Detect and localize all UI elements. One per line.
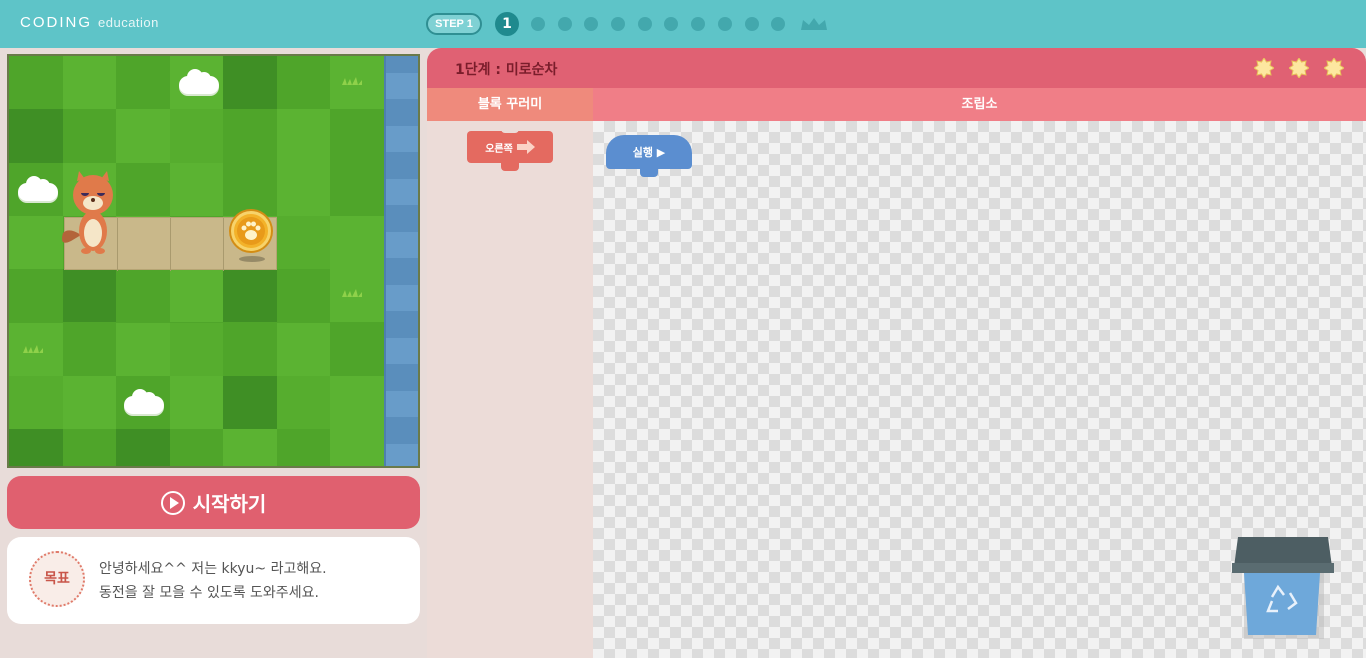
step-badge: STEP 1: [426, 13, 482, 35]
grass-tile: [62, 375, 116, 430]
grass-tile: [116, 109, 170, 163]
grass-tile: [330, 322, 384, 376]
grass-tile: [169, 375, 223, 430]
cloud-icon: [179, 69, 219, 94]
step-dot[interactable]: [637, 17, 652, 31]
paw-coin-icon: [231, 211, 271, 251]
grass-tile: [276, 215, 330, 270]
star-icon: [1324, 58, 1344, 78]
grass-tile: [116, 322, 170, 376]
game-board: [7, 54, 420, 468]
grass-tile: [330, 215, 384, 270]
play-icon: [160, 490, 185, 515]
grass-tile: [169, 322, 223, 376]
grass-tile: [116, 269, 170, 323]
step-dot[interactable]: [771, 17, 786, 31]
grass-tile: [223, 109, 277, 163]
goal-text: 안녕하세요^^ 저는 kkyu~ 라고해요. 동전을 잘 모을 수 있도록 도와…: [99, 557, 327, 605]
grass-tile: [276, 429, 330, 466]
grass-tile: [276, 322, 330, 376]
step-dot[interactable]: [744, 17, 759, 31]
step-dot-current[interactable]: 1: [495, 12, 519, 36]
block-palette: [427, 121, 593, 658]
grass-tile: [330, 162, 384, 216]
grass-tile: [116, 56, 170, 110]
grass-tuft-icon: [342, 289, 362, 297]
move-right-block[interactable]: 오른쪽: [467, 127, 553, 171]
palette-header: 블록 꾸러미: [427, 88, 593, 121]
move-right-block-label: 오른쪽: [485, 143, 513, 155]
logo: CODING education: [20, 14, 159, 31]
run-block-label: 실행 ▶: [632, 146, 666, 159]
recycle-bin-icon[interactable]: [1232, 537, 1334, 641]
start-button[interactable]: 시작하기: [7, 476, 420, 529]
grass-tile: [62, 56, 116, 110]
start-button-label: 시작하기: [192, 492, 267, 516]
squirrel-character-icon: [62, 171, 113, 254]
step-progress: 1: [495, 12, 828, 36]
grass-tile: [9, 375, 63, 430]
step-dot[interactable]: [664, 17, 679, 31]
grass-tile: [9, 215, 63, 270]
grass-tile: [9, 269, 63, 323]
grass-tile: [116, 429, 170, 466]
grass-tuft-icon: [342, 77, 362, 85]
grass-tile: [276, 375, 330, 430]
step-dot[interactable]: [691, 17, 706, 31]
grass-tile: [276, 162, 330, 216]
grass-tile: [276, 56, 330, 110]
goal-line-1: 안녕하세요^^ 저는 kkyu~ 라고해요.: [99, 561, 327, 577]
star-icon: [1289, 58, 1309, 78]
grass-tuft-icon: [23, 345, 43, 353]
grass-tile: [169, 109, 223, 163]
step-dot[interactable]: [557, 17, 572, 31]
top-bar: CODING education STEP 1 1: [0, 0, 1366, 48]
workspace-header: 조립소: [593, 88, 1366, 121]
goal-line-2: 동전을 잘 모을 수 있도록 도와주세요.: [99, 585, 319, 601]
crown-icon: [800, 18, 827, 30]
cloud-icon: [124, 389, 164, 414]
river: [384, 56, 418, 466]
step-dot[interactable]: [717, 17, 732, 31]
grass-tile: [169, 269, 223, 323]
step-dot[interactable]: [611, 17, 626, 31]
stage-title: 1단계 : 미로순차: [455, 62, 558, 78]
grass-tile: [223, 429, 277, 466]
grass-tile: [223, 269, 277, 323]
grass-tile: [116, 162, 170, 216]
grass-tile: [9, 56, 63, 110]
step-dot[interactable]: [531, 17, 545, 31]
star-icon: [1254, 58, 1274, 78]
grass-tile: [62, 109, 116, 163]
step-dot[interactable]: [584, 17, 599, 31]
grass-tile: [62, 322, 116, 376]
cloud-icon: [18, 176, 58, 201]
grass-tile: [276, 269, 330, 323]
grass-tile: [223, 375, 277, 430]
grass-tile: [276, 109, 330, 163]
goal-badge: 목표: [29, 551, 85, 607]
grass-tile: [9, 429, 63, 466]
logo-main: CODING: [20, 14, 92, 31]
grass-tile: [330, 429, 384, 466]
stage-header: 1단계 : 미로순차: [427, 48, 1366, 88]
logo-sub: education: [98, 15, 159, 30]
goal-box: 목표 안녕하세요^^ 저는 kkyu~ 라고해요. 동전을 잘 모을 수 있도록…: [7, 537, 420, 624]
grass-tile: [223, 162, 277, 216]
right-arrow-icon: [516, 140, 535, 154]
grass-tile: [62, 429, 116, 466]
grass-tile: [169, 162, 223, 216]
coin-shadow: [239, 256, 265, 262]
grass-tile: [330, 375, 384, 430]
grass-tile: [330, 109, 384, 163]
grass-tile: [223, 322, 277, 376]
grass-tile: [223, 56, 277, 110]
grass-tile: [62, 269, 116, 323]
grass-tile: [9, 109, 63, 163]
run-block[interactable]: 실행 ▶: [606, 135, 692, 177]
grass-tile: [169, 429, 223, 466]
